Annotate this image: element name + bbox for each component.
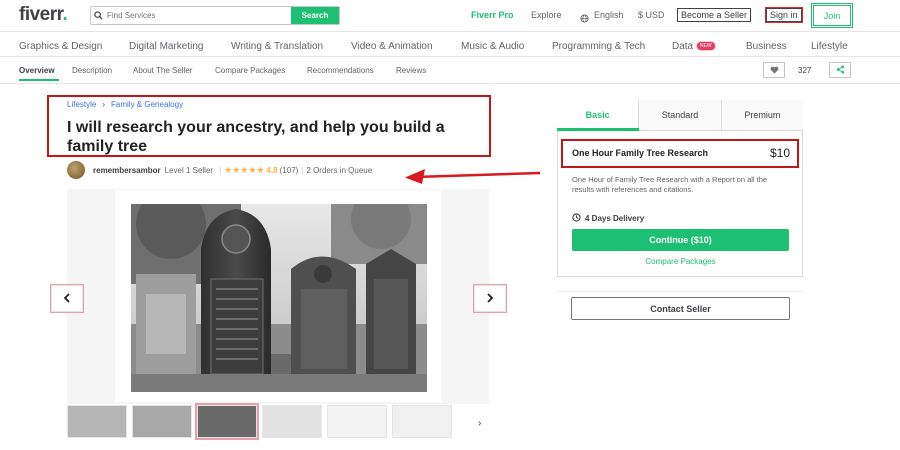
gallery-next-button[interactable]: [473, 284, 507, 313]
share-icon: [836, 61, 845, 79]
search-input[interactable]: [105, 7, 291, 24]
category-data-label: Data: [672, 41, 694, 52]
logo-text: fiverr: [19, 4, 63, 25]
heart-icon: [770, 61, 779, 79]
fiverr-logo[interactable]: fiverr.: [19, 4, 68, 26]
seller-overview: remembersambor Level 1 Seller | ★★★★★ 4.…: [67, 160, 372, 180]
search-icon: [91, 7, 105, 24]
breadcrumb-chevron-icon: ›: [102, 100, 106, 109]
chevron-left-icon: [63, 291, 71, 306]
tab-description[interactable]: Description: [72, 66, 112, 75]
package-price: $10: [770, 146, 791, 160]
category-divider: [0, 56, 900, 57]
chevron-right-icon: [486, 291, 494, 306]
tab-basic[interactable]: Basic: [557, 100, 639, 130]
subnav-divider: [0, 83, 900, 84]
search-button[interactable]: Search: [291, 7, 339, 24]
seller-avatar[interactable]: [67, 161, 85, 179]
tab-reviews[interactable]: Reviews: [396, 66, 426, 75]
thumbnail[interactable]: [132, 405, 192, 438]
thumbnails-next-chevron-icon[interactable]: ›: [478, 418, 481, 429]
divider: |: [301, 165, 304, 175]
review-count[interactable]: (107): [280, 166, 299, 175]
tab-about-seller[interactable]: About The Seller: [133, 66, 192, 75]
rating-stars: ★★★★★: [224, 164, 265, 175]
active-package-underline: [557, 128, 639, 131]
join-button[interactable]: Join: [811, 3, 853, 28]
breadcrumb-lifestyle[interactable]: Lifestyle: [67, 100, 96, 109]
breadcrumb-family-genealogy[interactable]: Family & Genealogy: [111, 100, 183, 109]
active-tab-underline: [19, 79, 59, 81]
delivery-text: 4 Days Delivery: [585, 214, 645, 223]
package-name: One Hour Family Tree Research: [572, 148, 709, 158]
thumbnail[interactable]: [327, 405, 387, 438]
thumbnail-active[interactable]: [195, 403, 259, 440]
new-badge: NEW: [695, 41, 716, 52]
nav-language[interactable]: English: [594, 10, 624, 20]
category-business[interactable]: Business: [746, 41, 787, 52]
nav-currency[interactable]: $ USD: [638, 10, 665, 20]
header-divider: [0, 31, 900, 32]
logo-dot: .: [62, 4, 68, 25]
category-lifestyle[interactable]: Lifestyle: [811, 41, 848, 52]
thumbnail[interactable]: [67, 405, 127, 438]
package-description: One Hour of Family Tree Research with a …: [572, 175, 768, 194]
breadcrumb: Lifestyle › Family & Genealogy: [67, 100, 183, 109]
compare-packages-link[interactable]: Compare Packages: [572, 257, 789, 266]
thumbnail[interactable]: [262, 405, 322, 438]
share-button[interactable]: [829, 62, 851, 78]
contact-seller-button[interactable]: Contact Seller: [571, 297, 790, 320]
category-music-audio[interactable]: Music & Audio: [461, 41, 524, 52]
category-graphics-design[interactable]: Graphics & Design: [19, 41, 102, 52]
save-button[interactable]: [763, 62, 785, 78]
tab-standard[interactable]: Standard: [638, 100, 721, 130]
seller-name[interactable]: remembersambor: [93, 166, 161, 175]
category-writing-translation[interactable]: Writing & Translation: [231, 41, 323, 52]
category-data[interactable]: Data NEW: [672, 41, 716, 52]
sign-in-link[interactable]: Sign in: [765, 7, 803, 23]
gallery-thumbnails: [67, 403, 452, 440]
clock-icon: [572, 213, 581, 224]
save-count: 327: [798, 66, 812, 75]
tab-recommendations[interactable]: Recommendations: [307, 66, 374, 75]
nav-fiverr-pro[interactable]: Fiverr Pro: [471, 10, 514, 20]
search-bar: Search: [90, 6, 340, 25]
annotation-arrow-icon: [405, 169, 540, 184]
rating-score: 4.8: [266, 165, 278, 175]
gallery-main-image[interactable]: [131, 204, 427, 392]
gallery-prev-button[interactable]: [50, 284, 84, 313]
tab-overview[interactable]: Overview: [19, 66, 55, 75]
category-video-animation[interactable]: Video & Animation: [351, 41, 433, 52]
orders-in-queue: 2 Orders in Queue: [306, 165, 373, 175]
continue-button[interactable]: Continue ($10): [572, 229, 789, 251]
seller-level: Level 1 Seller: [164, 165, 214, 175]
delivery-time: 4 Days Delivery: [572, 213, 644, 224]
tab-compare-packages[interactable]: Compare Packages: [215, 66, 285, 75]
divider: |: [219, 165, 222, 175]
nav-explore[interactable]: Explore: [531, 10, 562, 20]
tab-premium[interactable]: Premium: [720, 100, 803, 130]
category-programming-tech[interactable]: Programming & Tech: [552, 41, 645, 52]
package-tabs: Basic Standard Premium: [557, 100, 803, 131]
globe-icon: [580, 10, 589, 28]
gig-title: I will research your ancestry, and help …: [67, 119, 445, 155]
category-digital-marketing[interactable]: Digital Marketing: [129, 41, 203, 52]
thumbnail[interactable]: [392, 405, 452, 438]
become-seller-link[interactable]: Become a Seller: [677, 8, 752, 22]
